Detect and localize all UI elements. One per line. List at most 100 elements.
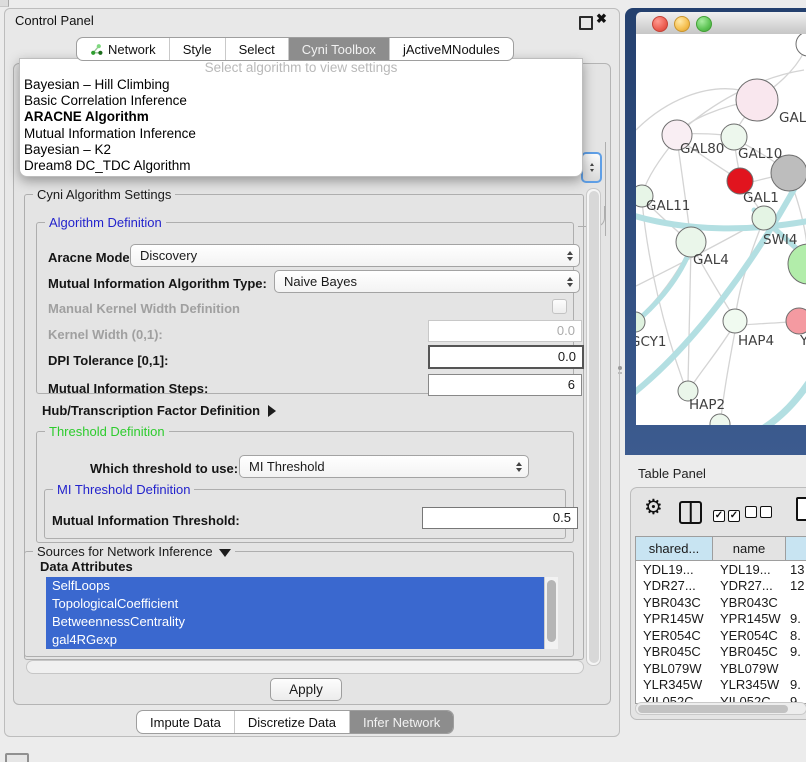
group-title: MI Threshold Definition [53, 482, 194, 497]
manual-kernel-checkbox[interactable] [552, 299, 567, 314]
network-node[interactable] [736, 79, 778, 121]
tab-label: jActiveMNodules [403, 42, 500, 57]
close-traffic-light-icon[interactable] [652, 16, 668, 32]
settings-scrollbar[interactable] [586, 188, 601, 666]
which-threshold-label: Which threshold to use: [90, 461, 238, 476]
collapse-arrow-icon [219, 549, 231, 557]
list-scrollbar[interactable] [544, 577, 558, 649]
mi-steps-input[interactable]: 6 [428, 374, 582, 396]
table-cell: YBR045C [636, 644, 713, 659]
checked-box-icon: ✓ [728, 510, 740, 522]
tab-cyni-toolbox[interactable]: Cyni Toolbox [288, 38, 389, 60]
tab-select[interactable]: Select [225, 38, 288, 60]
node-label: GAL80 [680, 141, 724, 157]
algorithm-option[interactable]: Basic Correlation Inference [20, 93, 582, 109]
apply-button[interactable]: Apply [270, 678, 342, 701]
table-row[interactable]: YER054CYER054C8. [636, 627, 806, 644]
close-icon[interactable]: ✖ [596, 11, 607, 27]
network-node[interactable] [786, 308, 806, 334]
column-header-shared-name[interactable]: shared... [636, 537, 713, 560]
group-title: Algorithm Definition [45, 215, 166, 230]
tab-network[interactable]: Network [77, 38, 169, 60]
manual-kernel-label: Manual Kernel Width Definition [48, 301, 240, 316]
network-node[interactable] [710, 414, 730, 425]
kernel-width-input[interactable]: 0.0 [428, 320, 582, 342]
table-cell: YDR27... [636, 578, 713, 593]
algorithm-option[interactable]: ARACNE Algorithm [20, 109, 582, 125]
table-row[interactable]: YDL19...YDL19...13 [636, 561, 806, 578]
table-row[interactable]: YLR345WYLR345W9. [636, 677, 806, 694]
gear-icon[interactable]: ⚙ [644, 495, 663, 521]
hub-definition-disclosure[interactable]: Hub/Transcription Factor Definition [42, 403, 276, 418]
mi-algorithm-type-select[interactable]: Naive Bayes [274, 270, 580, 293]
aracne-mode-label: Aracne Mode: [48, 250, 134, 265]
algorithm-dropdown-placeholder: Select algorithm to view settings [20, 59, 582, 77]
attribute-item[interactable]: SelfLoops [46, 577, 558, 595]
which-threshold-select[interactable]: MI Threshold [239, 455, 529, 478]
float-window-icon[interactable] [579, 16, 593, 30]
mi-algorithm-type-value: Naive Bayes [284, 274, 357, 289]
attribute-item[interactable]: BetweennessCentrality [46, 613, 558, 631]
sources-disclosure[interactable]: Sources for Network Inference [33, 544, 235, 559]
minimize-traffic-light-icon[interactable] [674, 16, 690, 32]
tab-label: Discretize Data [248, 715, 336, 730]
network-window-titlebar[interactable] [636, 12, 806, 35]
data-attributes-list[interactable]: SelfLoopsTopologicalCoefficientBetweenne… [46, 577, 558, 649]
kernel-width-label: Kernel Width (0,1): [48, 327, 163, 342]
node-label: GAL [779, 110, 806, 126]
attribute-item[interactable]: TopologicalCoefficient [46, 595, 558, 613]
deselect-all-icon[interactable] [745, 505, 775, 523]
highlighted-edge-layer [636, 182, 806, 425]
tab-infer-network[interactable]: Infer Network [349, 711, 453, 733]
network-graph: GALGAL80GAL10GAL1GAL11SWI4GAL4GCY1HAP4YH… [636, 34, 806, 425]
table-horizontal-scrollbar[interactable] [635, 702, 806, 715]
table-row[interactable]: YBR043CYBR043C [636, 594, 806, 611]
mi-threshold-label: Mutual Information Threshold: [52, 513, 240, 528]
algorithm-option[interactable]: Mutual Information Inference [20, 126, 582, 142]
aracne-mode-select[interactable]: Discovery [130, 244, 580, 267]
algorithm-option[interactable]: Bayesian – Hill Climbing [20, 77, 582, 93]
algorithm-option[interactable]: Dream8 DC_TDC Algorithm [20, 158, 582, 174]
node-label: GAL11 [646, 198, 690, 214]
which-threshold-value: MI Threshold [249, 459, 325, 474]
scrollbar-thumb[interactable] [638, 705, 788, 713]
table-row[interactable]: YBL079WYBL079W [636, 660, 806, 677]
columns-icon[interactable] [679, 501, 702, 524]
table-row[interactable]: YBR045CYBR045C9. [636, 644, 806, 661]
tab-label: Style [183, 42, 212, 57]
table-row[interactable]: YPR145WYPR145W9. [636, 611, 806, 628]
network-node[interactable] [788, 244, 806, 284]
table-cell: YER054C [713, 628, 786, 643]
table-cell: YPR145W [713, 611, 786, 626]
mi-algorithm-type-label: Mutual Information Algorithm Type: [48, 276, 267, 291]
scrollbar-thumb[interactable] [589, 191, 599, 663]
table-row[interactable]: YDR27...YDR27...12 [636, 578, 806, 595]
data-attributes-label: Data Attributes [40, 559, 133, 574]
network-node[interactable] [752, 206, 776, 230]
network-view-canvas[interactable]: GALGAL80GAL10GAL1GAL11SWI4GAL4GCY1HAP4YH… [636, 34, 806, 425]
tab-style[interactable]: Style [169, 38, 225, 60]
tab-discretize-data[interactable]: Discretize Data [234, 711, 349, 733]
tab-jactivemnodules[interactable]: jActiveMNodules [389, 38, 513, 60]
algorithm-option[interactable]: Bayesian – K2 [20, 142, 582, 158]
select-all-icon[interactable]: ✓✓ [713, 505, 743, 523]
network-node[interactable] [796, 34, 806, 56]
page-icon[interactable] [796, 497, 806, 521]
column-header-partial[interactable] [786, 537, 806, 560]
zoom-traffic-light-icon[interactable] [696, 16, 712, 32]
panel-divider-handle[interactable] [618, 372, 622, 374]
tab-impute-data[interactable]: Impute Data [137, 711, 234, 733]
hidden-combo-stepper[interactable] [581, 152, 602, 183]
table-cell: YBL079W [636, 661, 713, 676]
dpi-tolerance-input[interactable]: 0.0 [428, 345, 584, 369]
mi-threshold-input[interactable]: 0.5 [422, 507, 578, 529]
minimized-panel-button[interactable] [5, 753, 29, 762]
tab-label: Infer Network [363, 715, 440, 730]
scrollbar-thumb[interactable] [547, 580, 556, 642]
panel-divider-handle[interactable] [618, 366, 622, 370]
horizontal-scrollbar[interactable] [26, 660, 584, 674]
node-label: HAP2 [689, 397, 725, 413]
attribute-item[interactable]: gal4RGexp [46, 631, 558, 649]
network-node[interactable] [723, 309, 747, 333]
column-header-name[interactable]: name [713, 537, 786, 560]
